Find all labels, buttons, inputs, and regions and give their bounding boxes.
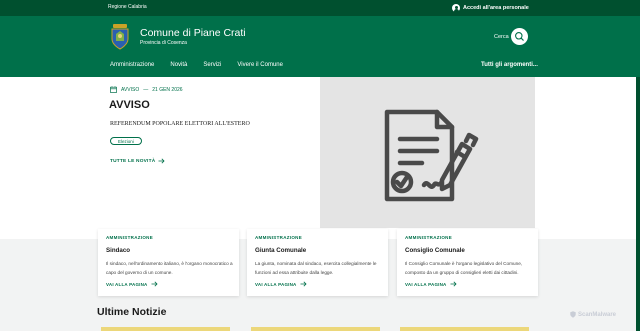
hero-title[interactable]: AVVISO: [109, 99, 150, 111]
watermark: ScanMalware: [570, 311, 616, 318]
card-category[interactable]: AMMINISTRAZIONE: [405, 235, 452, 240]
login-label: Accedi all'area personale: [463, 5, 529, 11]
nav-item-vivere-il-comune[interactable]: Vivere il Comune: [237, 62, 283, 68]
card-link-label: VAI ALLA PAGINA: [106, 281, 148, 287]
tag-elezioni[interactable]: Elezioni: [110, 137, 142, 145]
login-button[interactable]: Accedi all'area personale: [452, 3, 529, 13]
all-news-link[interactable]: TUTTE LE NOVITÀ: [110, 158, 165, 164]
card-link[interactable]: VAI ALLA PAGINA: [106, 281, 158, 287]
search-icon: [515, 32, 524, 41]
hero-image: [320, 77, 535, 228]
nav-item-novita[interactable]: Novità: [170, 62, 187, 68]
nav-item-servizi[interactable]: Servizi: [203, 62, 221, 68]
card-sindaco[interactable]: AMMINISTRAZIONE Sindaco Il sindaco, nell…: [98, 229, 239, 296]
site-title[interactable]: Comune di Piane Crati: [140, 27, 246, 39]
hero-description: REFERENDUM POPOLARE ELETTORI ALL'ESTERO: [110, 121, 250, 127]
main-nav: Amministrazione Novità Servizi Vivere il…: [110, 62, 299, 68]
news-card-thumbnail[interactable]: [400, 327, 529, 331]
watermark-label: ScanMalware: [578, 311, 617, 318]
signed-document-icon: [384, 109, 479, 202]
latest-news-heading: Ultime Notizie: [97, 306, 167, 318]
region-link[interactable]: Regione Calabria: [108, 4, 147, 10]
shield-icon: [570, 311, 576, 318]
municipal-crest-icon[interactable]: [110, 24, 130, 50]
all-news-label: TUTTE LE NOVITÀ: [110, 158, 156, 164]
calendar-icon: [110, 86, 117, 93]
site-subtitle: Provincia di Cosenza: [140, 40, 187, 46]
arrow-right-icon: [450, 281, 457, 287]
card-description: Il Consiglio Comunale è l'organo legisla…: [405, 261, 523, 275]
nav-all-topics[interactable]: Tutti gli argomenti...: [481, 62, 538, 68]
search-button[interactable]: [511, 28, 528, 45]
news-card-thumbnail[interactable]: [251, 327, 380, 331]
card-title[interactable]: Consiglio Comunale: [405, 247, 465, 254]
card-link-label: VAI ALLA PAGINA: [255, 281, 297, 287]
arrow-right-icon: [158, 158, 165, 164]
card-link[interactable]: VAI ALLA PAGINA: [255, 281, 307, 287]
card-description: Il sindaco, nell'ordinamento italiano, è…: [106, 261, 233, 275]
card-category[interactable]: AMMINISTRAZIONE: [106, 235, 153, 240]
card-consiglio-comunale[interactable]: AMMINISTRAZIONE Consiglio Comunale Il Co…: [397, 229, 538, 296]
card-link-label: VAI ALLA PAGINA: [405, 281, 447, 287]
side-strip: [636, 77, 640, 331]
nav-item-amministrazione[interactable]: Amministrazione: [110, 62, 154, 68]
news-card-thumbnail[interactable]: [101, 327, 230, 331]
news-category[interactable]: AVVISO: [121, 87, 139, 93]
arrow-right-icon: [151, 281, 158, 287]
card-description: La giunta, nominata dal sindaco, esercit…: [255, 261, 377, 275]
card-category[interactable]: AMMINISTRAZIONE: [255, 235, 302, 240]
top-bar: Regione Calabria Accedi all'area persona…: [0, 0, 640, 16]
news-meta: AVVISO — 21 GEN 2026: [110, 86, 183, 93]
search-label: Cerca: [494, 34, 509, 40]
arrow-right-icon: [300, 281, 307, 287]
site-header: Comune di Piane Crati Provincia di Cosen…: [0, 16, 640, 77]
card-title[interactable]: Giunta Comunale: [255, 247, 306, 254]
user-circle-icon: [452, 4, 460, 12]
card-title[interactable]: Sindaco: [106, 247, 130, 254]
card-giunta-comunale[interactable]: AMMINISTRAZIONE Giunta Comunale La giunt…: [247, 229, 388, 296]
news-date: 21 GEN 2026: [152, 86, 183, 93]
card-link[interactable]: VAI ALLA PAGINA: [405, 281, 457, 287]
meta-separator: —: [143, 86, 149, 93]
